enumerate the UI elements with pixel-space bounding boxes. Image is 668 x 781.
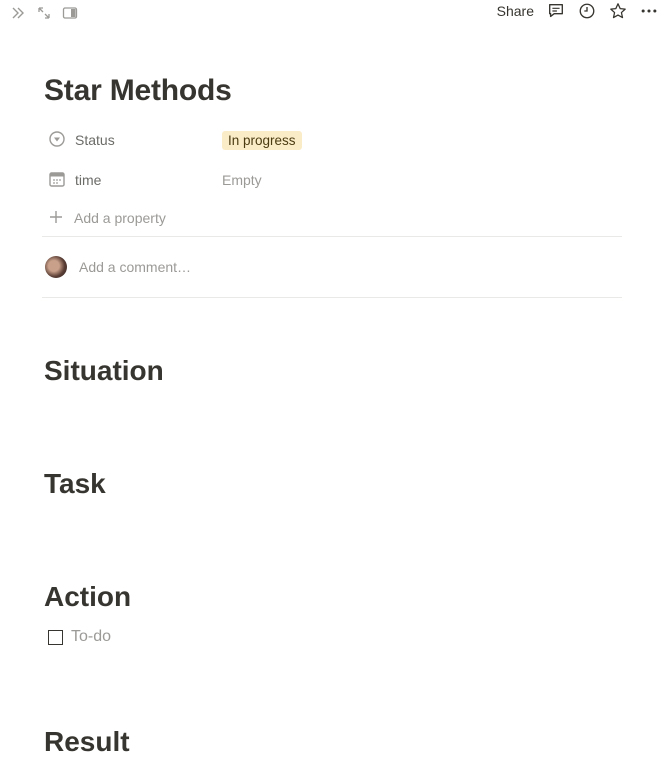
clock-icon[interactable] [578, 2, 596, 20]
expand-arrows-icon[interactable] [35, 4, 53, 22]
heading-action[interactable]: Action [44, 579, 131, 615]
page-content: Star Methods Status In progress time Emp… [42, 72, 624, 298]
property-name: Status [75, 132, 115, 148]
comment-input[interactable]: Add a comment… [79, 259, 191, 275]
avatar [45, 256, 67, 278]
todo-placeholder[interactable]: To-do [71, 628, 111, 646]
status-icon [48, 130, 66, 151]
share-button[interactable]: Share [497, 3, 534, 19]
property-time[interactable]: time Empty [44, 160, 624, 200]
add-property-label: Add a property [74, 210, 166, 226]
add-property-button[interactable]: Add a property [44, 200, 624, 236]
divider [42, 297, 622, 298]
property-value[interactable]: Empty [222, 172, 262, 188]
todo-item[interactable]: To-do [48, 628, 111, 646]
plus-icon [48, 209, 64, 228]
star-icon[interactable] [609, 2, 627, 20]
more-icon[interactable] [640, 2, 658, 20]
property-name: time [75, 172, 102, 188]
comment-icon[interactable] [547, 2, 565, 20]
double-chevron-right-icon[interactable] [9, 4, 27, 22]
top-bar: Share [0, 0, 668, 26]
property-status[interactable]: Status In progress [44, 120, 624, 160]
side-peek-icon[interactable] [61, 4, 79, 22]
heading-task[interactable]: Task [44, 466, 106, 502]
heading-result[interactable]: Result [44, 724, 130, 760]
checkbox[interactable] [48, 629, 63, 645]
calendar-icon [48, 170, 66, 191]
heading-situation[interactable]: Situation [44, 353, 164, 389]
status-badge[interactable]: In progress [222, 131, 302, 150]
comment-row[interactable]: Add a comment… [44, 237, 624, 297]
page-title[interactable]: Star Methods [44, 72, 624, 110]
properties: Status In progress time Empty Add a prop… [44, 120, 624, 236]
